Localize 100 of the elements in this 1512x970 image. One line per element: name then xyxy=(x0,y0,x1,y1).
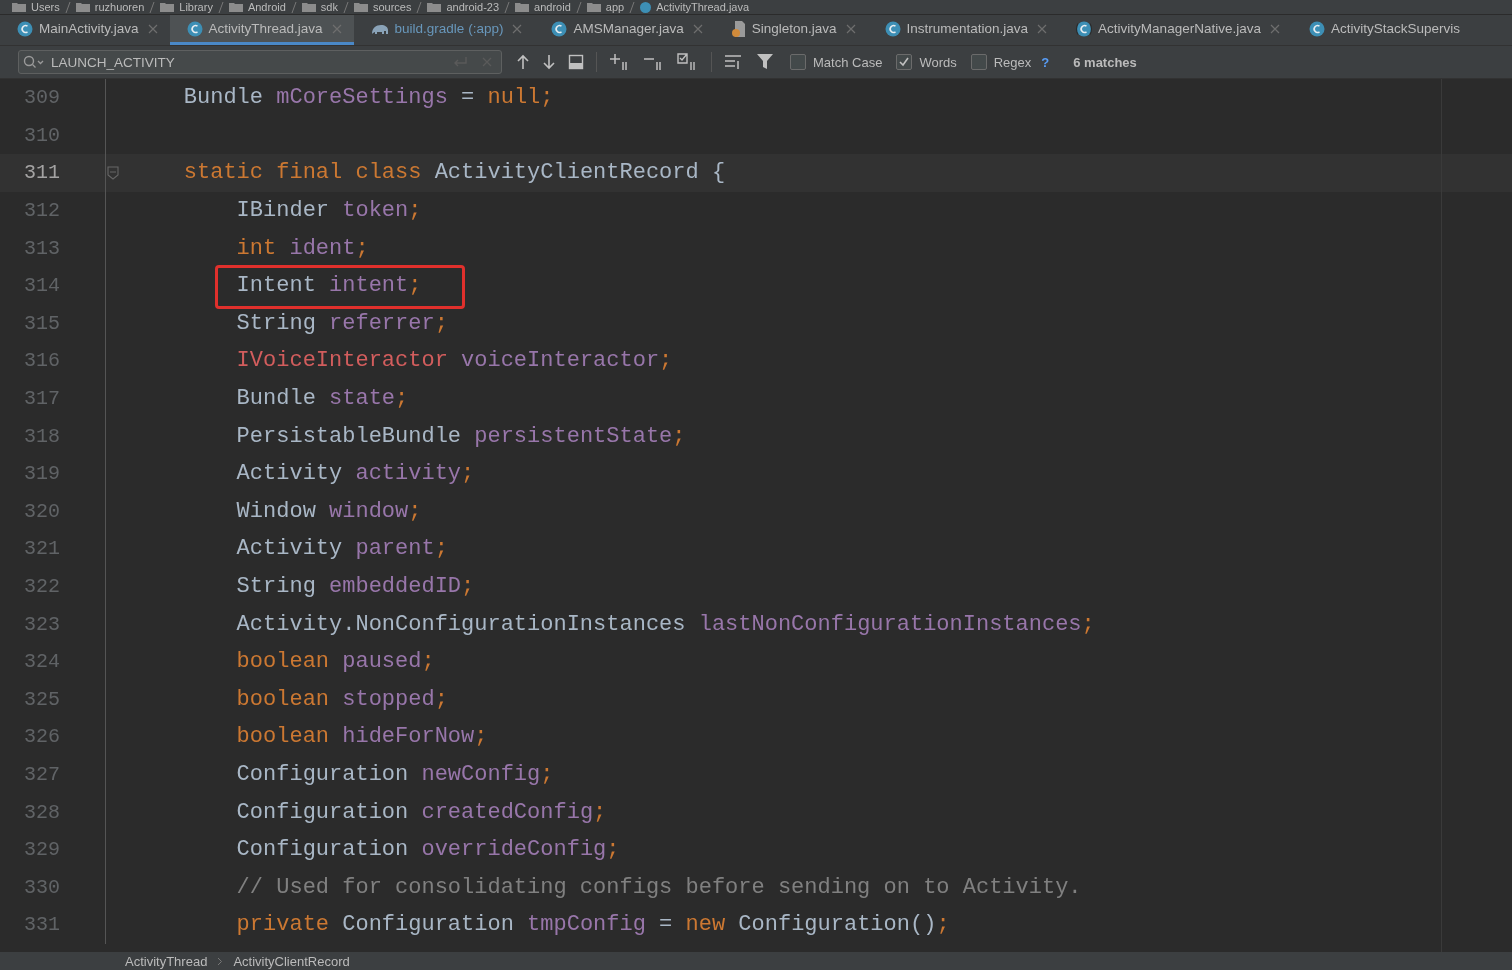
option-checkbox[interactable]: Regex xyxy=(970,54,1032,70)
folder-icon xyxy=(228,2,243,12)
folder-icon xyxy=(75,2,90,12)
line-number: 311 xyxy=(23,161,61,185)
breadcrumb-item[interactable]: ActivityThread.java xyxy=(656,1,750,13)
slash-icon xyxy=(416,1,423,13)
line-number: 322 xyxy=(23,575,61,598)
code-line: Configuration createdConfig; xyxy=(235,798,608,827)
slash-icon xyxy=(504,1,511,13)
folder-icon xyxy=(427,2,442,12)
code-line: IBinder token; xyxy=(235,197,423,226)
slash-icon xyxy=(629,1,636,13)
editor-tab[interactable]: ActivityManagerNative.java xyxy=(1059,15,1292,45)
folder-icon xyxy=(515,2,530,12)
code-line: Intent intent; xyxy=(235,272,423,301)
editor-tab[interactable]: AMSManager.java xyxy=(534,15,715,45)
breadcrumb-item[interactable]: sources xyxy=(372,1,412,13)
line-number: 327 xyxy=(23,763,61,786)
code-line: Window window; xyxy=(235,497,423,526)
structure-breadcrumb[interactable]: ActivityClientRecord xyxy=(233,953,350,969)
line-number: 317 xyxy=(23,387,61,411)
chevron-icon xyxy=(217,956,224,966)
class-icon xyxy=(640,1,652,13)
folder-icon xyxy=(12,2,26,12)
editor-tab[interactable]: Singleton.java xyxy=(714,15,868,45)
class-icon xyxy=(16,19,34,38)
code-line: private Configuration tmpConfig = new Configuration(); xyxy=(235,911,951,940)
structure-breadcrumb[interactable]: ActivityThread xyxy=(125,953,208,969)
code-line: Configuration newConfig; xyxy=(235,761,555,789)
line-number: 321 xyxy=(23,537,61,561)
line-number: 324 xyxy=(23,650,61,674)
square-icon[interactable] xyxy=(568,54,584,70)
line-number: 330 xyxy=(23,875,61,899)
lines-icon[interactable] xyxy=(724,54,744,70)
line-number: 319 xyxy=(23,462,61,486)
breadcrumb-item[interactable]: Users xyxy=(31,1,60,13)
code-line: Activity activity; xyxy=(235,460,476,489)
search-field[interactable]: LAUNCH_ACTIVITY xyxy=(18,50,502,74)
line-number: 323 xyxy=(23,612,61,636)
editor-tab[interactable]: ActivityStackSupervis xyxy=(1291,15,1472,45)
breadcrumb-item[interactable]: Android xyxy=(247,1,286,13)
code-line: IVoiceInteractor voiceInteractor; xyxy=(235,347,674,376)
breadcrumb-item[interactable]: android xyxy=(534,1,571,13)
class-icon xyxy=(550,19,569,38)
editor-tab[interactable]: MainActivity.java xyxy=(0,15,170,45)
line-number: 325 xyxy=(23,687,61,711)
code-line: Configuration overrideConfig; xyxy=(235,836,621,865)
line-number: 309 xyxy=(23,86,61,110)
slash-icon xyxy=(575,1,582,13)
line-number: 328 xyxy=(23,800,61,824)
code-line: String referrer; xyxy=(235,309,449,338)
option-checkbox[interactable]: Match Case xyxy=(790,54,883,70)
line-number: 312 xyxy=(23,199,61,223)
code-line: static final class ActivityClientRecord { xyxy=(182,159,727,188)
code-line: Bundle state; xyxy=(235,385,410,414)
code-line: boolean stopped; xyxy=(235,685,449,714)
code-line: Bundle mCoreSettings = null; xyxy=(182,84,555,113)
slash-icon xyxy=(149,1,156,13)
editor-tab[interactable]: ActivityThread.java xyxy=(169,15,354,45)
option-checkbox[interactable]: Words xyxy=(896,54,957,70)
breadcrumb-item[interactable]: app xyxy=(605,1,625,13)
line-number: 318 xyxy=(23,424,61,448)
line-number: 329 xyxy=(23,838,61,862)
folder-icon xyxy=(586,2,601,12)
slash-icon xyxy=(217,1,224,13)
folder-icon xyxy=(160,2,175,12)
breadcrumb-item[interactable]: sdk xyxy=(320,1,338,13)
code-line: Activity parent; xyxy=(235,535,449,564)
search-icon xyxy=(23,55,45,69)
arrow-up-icon[interactable] xyxy=(516,54,530,70)
slash-icon xyxy=(64,1,71,13)
editor-tab[interactable]: build.gradle (:app) xyxy=(353,15,535,45)
slash-icon xyxy=(342,1,349,13)
match-count: 6 matches xyxy=(1073,54,1137,70)
filter-icon[interactable] xyxy=(756,53,776,71)
folder-icon xyxy=(353,2,368,12)
code-line: boolean hideForNow; xyxy=(235,723,489,752)
class-icon xyxy=(1307,19,1326,38)
arrow-down-icon[interactable] xyxy=(542,54,556,70)
code-line: // Used for consolidating configs before sending on to Activity. xyxy=(235,873,1083,902)
breadcrumb-item[interactable]: android-23 xyxy=(446,1,500,13)
fold-icon[interactable] xyxy=(106,166,119,180)
code-line: boolean paused; xyxy=(235,648,436,677)
line-number: 315 xyxy=(23,311,61,335)
class-icon xyxy=(1075,19,1094,38)
help-link[interactable]: ? xyxy=(1041,54,1050,70)
code-line: int ident; xyxy=(235,234,370,263)
line-number: 314 xyxy=(23,274,61,298)
line-number: 316 xyxy=(23,349,61,373)
line-number: 310 xyxy=(23,123,61,147)
line-number: 320 xyxy=(23,499,61,523)
class-icon xyxy=(883,19,902,38)
check-icon xyxy=(897,55,912,69)
line-number: 313 xyxy=(23,236,61,260)
editor-tab[interactable]: Instrumentation.java xyxy=(867,15,1060,45)
breadcrumb-item[interactable]: Library xyxy=(179,1,213,13)
class-icon xyxy=(185,19,204,38)
file-icon xyxy=(730,19,747,38)
code-line: Activity.NonConfigurationInstances lastNonConfigurationInstances; xyxy=(235,610,1096,639)
breadcrumb-item[interactable]: ruzhuoren xyxy=(94,1,145,13)
